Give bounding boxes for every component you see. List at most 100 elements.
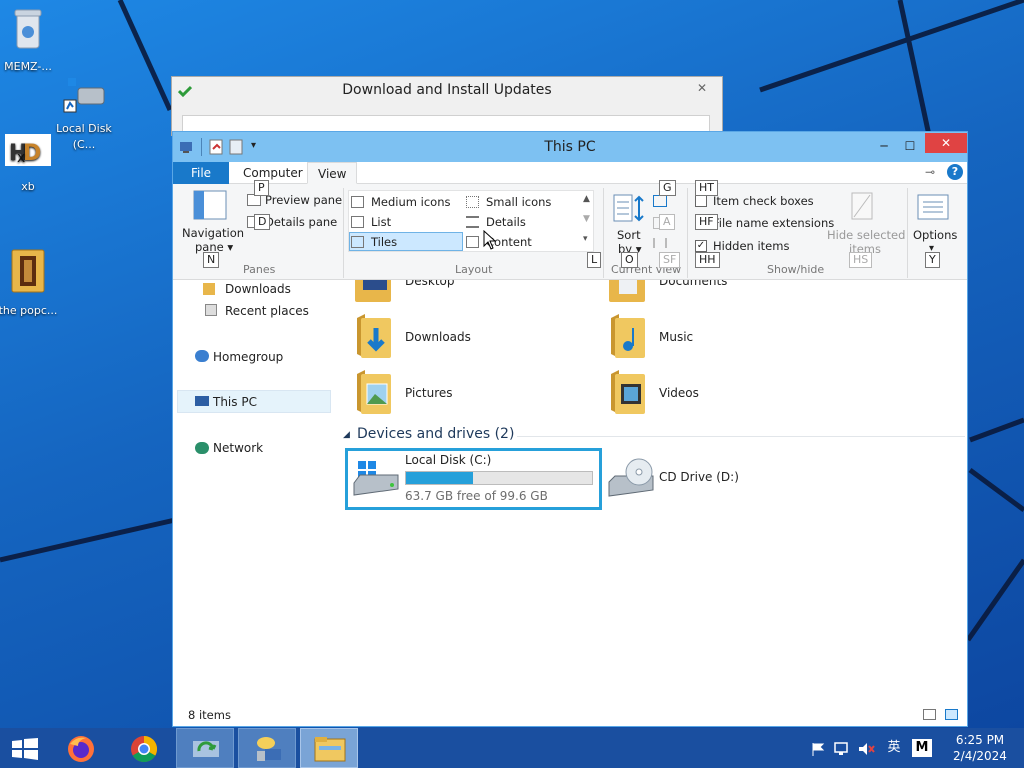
options-icon [917,194,949,225]
desktop-icon-label: xb [21,180,35,193]
keytip-d: D [254,214,271,230]
details-view-icon[interactable] [923,709,936,720]
taskbar-file-explorer[interactable] [300,728,358,768]
clock[interactable]: 6:25 PM 2/4/2024 [944,728,1016,768]
downloads-folder-icon [355,314,393,363]
tab-file[interactable]: File [173,162,229,184]
gallery-scroll-up-icon[interactable]: ▲ [583,194,590,204]
network-computer-icon [257,737,281,761]
desktop-icon-local-disk[interactable]: Local Disk (C... [52,74,116,153]
folder-icon [314,737,346,762]
hidden-items-checkbox[interactable]: ✓ [695,240,707,252]
file-name-extensions-label: File name extensions [713,216,835,230]
folder-music[interactable]: Music [659,330,693,344]
options-button[interactable]: Options [913,226,957,244]
explorer-title: This PC [544,139,596,155]
folder-videos[interactable]: Videos [659,386,699,400]
medium-icons-icon [351,196,364,208]
keytip-y: Y [925,252,940,268]
tab-computer[interactable]: Computer [233,162,313,184]
layout-tiles-selected-bg [349,232,463,251]
layout-small-icons[interactable]: Small icons [486,193,551,211]
maximize-button[interactable]: ☐ [899,136,921,156]
pictures-folder-icon [355,370,393,419]
close-button[interactable]: ✕ [925,133,967,153]
item-check-boxes-checkbox[interactable] [695,195,707,207]
drive-c-usage-bar [405,471,593,485]
drive-c-free: 63.7 GB free of 99.6 GB [405,489,548,503]
keytip-a: A [659,214,675,230]
nav-item-homegroup[interactable]: Homegroup [173,346,329,368]
taskbar-firefox[interactable] [52,728,108,768]
folder-icon [0,246,60,301]
preview-pane-button[interactable]: Preview pane [265,191,342,209]
layout-tiles[interactable]: Tiles [371,233,397,251]
keytip-hh: HH [695,252,720,268]
ime-mode-button[interactable]: M [912,739,932,757]
panes-group-label: Panes [243,263,276,276]
hard-drive-icon [52,74,116,119]
drive-d-name[interactable]: CD Drive (D:) [659,470,739,484]
drive-c-tile[interactable]: Local Disk (C:) 63.7 GB free of 99.6 GB [345,448,602,510]
nav-item-this-pc[interactable]: This PC [173,391,329,413]
clock-date: 2/4/2024 [953,749,1007,763]
volume-muted-icon[interactable] [856,728,878,768]
keytip-sf: SF [659,252,681,268]
gallery-scroll-down-icon[interactable]: ▼ [583,214,590,224]
ribbon-tabs: File Computer View ⊸ ? [173,162,967,184]
music-folder-icon [609,314,647,363]
documents-folder-icon [609,280,645,302]
nav-item-network[interactable]: Network [173,437,329,459]
help-icon[interactable]: ? [947,164,963,180]
details-pane-button[interactable]: Details pane [265,213,337,231]
folder-downloads[interactable]: Downloads [405,330,471,344]
nav-item-downloads[interactable]: Downloads [173,278,329,300]
recycle-bin-icon [0,6,60,57]
minimize-button[interactable]: ─ [873,136,895,156]
folder-pictures[interactable]: Pictures [405,386,453,400]
nav-item-recent-places[interactable]: Recent places [173,300,329,322]
list-icon [351,216,364,228]
local-disk-icon [352,459,400,502]
folder-documents[interactable]: Documents [659,280,727,288]
desktop-icon-xb[interactable]: HDx xb [0,132,60,195]
navigation-pane-icon [193,190,227,223]
group-by-icon[interactable] [653,195,667,207]
folder-desktop[interactable]: Desktop [405,280,455,288]
explorer-titlebar[interactable]: ▾ This PC ─ ☐ ✕ [173,132,967,162]
keytip-hf: HF [695,214,718,230]
tab-view[interactable]: View [307,162,358,184]
update-window[interactable]: Download and Install Updates ✕ [171,76,723,137]
chrome-icon [131,735,158,763]
network-tray-icon[interactable] [832,728,852,768]
large-icons-view-icon[interactable] [945,709,958,720]
keytip-hs: HS [849,252,873,268]
layout-details[interactable]: Details [486,213,526,231]
start-button[interactable] [0,728,50,768]
explorer-window[interactable]: ▾ This PC ─ ☐ ✕ File Computer View ⊸ ? N… [172,131,968,727]
desktop-icon-label: the popc... [0,304,58,317]
update-window-title: Download and Install Updates [342,82,552,98]
windows-update-icon [193,741,219,757]
pin-ribbon-icon[interactable]: ⊸ [925,165,935,179]
desktop-icon-popcorn[interactable]: the popc... [0,246,60,319]
layout-medium-icons[interactable]: Medium icons [371,193,450,211]
ime-indicator[interactable]: 英 [882,728,906,768]
desktop-folder-icon [355,280,391,302]
gallery-more-icon[interactable]: ▾ [583,234,588,244]
desktop-icon-recycle-bin[interactable]: MEMZ-... [0,6,60,75]
taskbar-chrome[interactable] [116,728,172,768]
mouse-cursor-icon [483,229,497,253]
collapse-group-icon[interactable]: ◢ [343,430,350,440]
update-window-close-button[interactable]: ✕ [690,81,714,99]
devices-header[interactable]: Devices and drives (2) [357,426,514,442]
drive-c-usage-fill [406,472,473,484]
item-count: 8 items [188,708,231,722]
taskbar-windows-update[interactable] [176,728,234,768]
layout-list[interactable]: List [371,213,391,231]
hide-selected-items-icon [851,192,875,225]
ribbon-separator [343,188,344,278]
size-columns-icon[interactable] [653,238,667,248]
action-center-flag-icon[interactable] [808,728,828,768]
taskbar-network-app[interactable] [238,728,296,768]
